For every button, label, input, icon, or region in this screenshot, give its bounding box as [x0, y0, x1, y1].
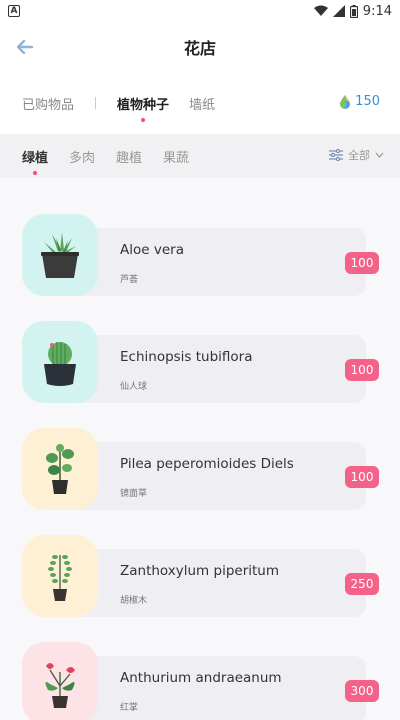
- category-bar: 绿植 多肉 趣植 果蔬 全部: [0, 134, 400, 178]
- category-succulents[interactable]: 多肉: [69, 147, 95, 166]
- filter-dropdown[interactable]: 全部: [329, 147, 384, 163]
- item-name: Aloe vera: [120, 242, 184, 258]
- category-fun-plants[interactable]: 趣植: [116, 147, 142, 166]
- gem-icon: [340, 94, 351, 109]
- back-button[interactable]: [12, 34, 38, 60]
- price-badge[interactable]: 250: [345, 573, 379, 595]
- item-card[interactable]: [60, 228, 366, 296]
- notification-icon: A: [8, 5, 20, 17]
- item-name: Echinopsis tubiflora: [120, 349, 253, 365]
- pilea-plant-icon: [46, 444, 74, 494]
- item-chinese-name: 镜面草: [120, 489, 148, 499]
- item-chinese-name: 芦荟: [120, 275, 139, 285]
- list-item[interactable]: Anthurium andraeanum 红掌 300: [0, 642, 400, 720]
- filter-label: 全部: [348, 149, 370, 162]
- item-thumbnail: [22, 321, 98, 403]
- arrow-left-icon: [17, 40, 33, 54]
- coin-count: 150: [355, 94, 380, 109]
- page-title: 花店: [183, 39, 216, 58]
- app-header: 花店: [0, 22, 400, 72]
- item-card[interactable]: [60, 656, 366, 720]
- top-tabs: 已购物品 植物种子 墙纸 150: [0, 72, 400, 134]
- price-badge[interactable]: 100: [345, 466, 379, 488]
- filter-icon: [329, 149, 343, 161]
- category-green-plants[interactable]: 绿植: [22, 147, 48, 166]
- status-bar: A 9:14: [0, 0, 400, 22]
- item-card[interactable]: [60, 549, 366, 617]
- item-name: Zanthoxylum piperitum: [120, 563, 279, 579]
- list-item[interactable]: Echinopsis tubiflora 仙人球 100: [0, 321, 400, 405]
- price-badge[interactable]: 100: [345, 359, 379, 381]
- signal-icon: [332, 5, 345, 17]
- item-thumbnail: [22, 214, 98, 296]
- item-chinese-name: 仙人球: [120, 382, 148, 392]
- item-name: Pilea peperomioides Diels: [120, 456, 294, 472]
- tab-divider: [95, 97, 97, 109]
- pepper-tree-icon: [48, 555, 72, 601]
- item-thumbnail: [22, 535, 98, 617]
- tab-purchased[interactable]: 已购物品: [22, 94, 74, 113]
- wifi-icon: [313, 5, 328, 16]
- status-indicators: 9:14: [313, 3, 392, 19]
- tab-plant-seeds[interactable]: 植物种子: [117, 94, 169, 113]
- list-item[interactable]: Zanthoxylum piperitum 胡椒木 250: [0, 535, 400, 619]
- item-card[interactable]: [60, 335, 366, 403]
- list-item[interactable]: Pilea peperomioides Diels 镜面草 100: [0, 428, 400, 512]
- category-fruits-vegetables[interactable]: 果蔬: [163, 147, 189, 166]
- price-badge[interactable]: 100: [345, 252, 379, 274]
- tab-wallpaper[interactable]: 墙纸: [189, 94, 215, 113]
- item-thumbnail: [22, 428, 98, 510]
- item-card[interactable]: [60, 442, 366, 510]
- cactus-icon: [44, 342, 76, 386]
- item-name: Anthurium andraeanum: [120, 670, 282, 686]
- item-thumbnail: [22, 642, 98, 720]
- price-badge[interactable]: 300: [345, 680, 379, 702]
- item-chinese-name: 红掌: [120, 703, 139, 713]
- list-item[interactable]: Aloe vera 芦荟 100: [0, 214, 400, 298]
- battery-icon: [349, 4, 358, 18]
- clock: 9:14: [362, 3, 392, 19]
- coin-balance: 150: [340, 94, 380, 109]
- anthurium-icon: [45, 663, 75, 708]
- plant-list: Aloe vera 芦荟 100 Echinopsis tubiflora 仙人…: [0, 178, 400, 720]
- chevron-down-icon: [375, 152, 384, 158]
- aloe-vera-icon: [41, 232, 79, 278]
- item-chinese-name: 胡椒木: [120, 596, 148, 606]
